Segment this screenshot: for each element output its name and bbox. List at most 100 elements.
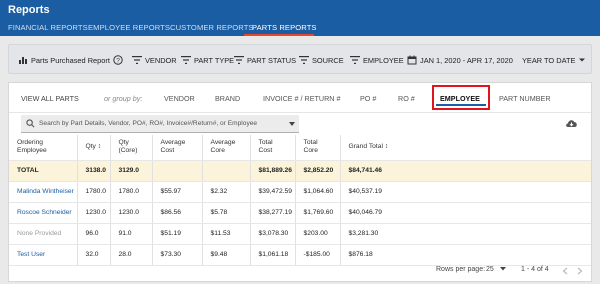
sort-icon: ↕ [97,143,102,151]
header-line: Qty [118,139,129,147]
cell-avg-cost: $55.97 [151,181,202,203]
report-table: Ordering Employee Qty ↕ Qty (Core) Average… [9,135,591,266]
group-by-ro[interactable]: RO # [398,94,415,103]
cell-qty: 3138.0 [76,160,110,182]
filter-icon [299,56,309,64]
report-card: VIEW ALL PARTS or group by: VENDOR BRAND… [8,82,592,282]
view-all-parts-button[interactable]: VIEW ALL PARTS [21,94,79,103]
report-selector[interactable]: Parts Purchased Report ? [18,45,126,75]
vendor-filter[interactable]: VENDOR [132,45,177,75]
col-total-cost[interactable]: Total Cost [249,135,295,161]
col-total-core[interactable]: Total Core [294,135,340,161]
employee-link[interactable]: Roscoe Schneider [9,202,77,224]
cell-avg-core [201,160,250,182]
table-row: None Provided 96.0 91.0 $51.19 $11.53 $3… [9,223,591,245]
chevron-left-icon[interactable] [562,267,568,275]
header-line: Qty [85,143,96,151]
date-range-picker[interactable]: JAN 1, 2020 - APR 17, 2020 [407,45,513,75]
filter-toolbar: Parts Purchased Report ? VENDOR PART TYP… [8,44,592,74]
period-select[interactable]: YEAR TO DATE [522,45,586,75]
table-row: Roscoe Schneider 1230.0 1230.0 $86.56 $5… [9,202,591,224]
group-by-bar: VIEW ALL PARTS or group by: VENDOR BRAND… [9,83,591,113]
cell-qty: 1230.0 [76,202,110,224]
cell-qty: 96.0 [76,223,110,245]
employee-filter[interactable]: EMPLOYEE [350,45,404,75]
part-type-filter[interactable]: PART TYPE [181,45,234,75]
cell-avg-cost: $86.56 [151,202,202,224]
cell-grand-total: $40,537.19 [339,181,591,203]
help-icon[interactable]: ? [113,55,123,65]
caret-down-icon [289,122,295,126]
cell-avg-core: $11.53 [201,223,250,245]
pagination-bar: Rows per page: 25 1 - 4 of 4 [9,260,591,280]
page-range: 1 - 4 of 4 [521,266,549,273]
tab-employee-reports[interactable]: EMPLOYEE REPORTS [88,23,170,32]
cell-grand-total: $3,281.30 [339,223,591,245]
header-line: Average [210,139,236,147]
group-by-invoice[interactable]: INVOICE # / RETURN # [263,94,340,103]
part-status-filter-label: PART STATUS [247,55,297,65]
caret-down-icon [499,267,506,271]
group-by-employee[interactable]: EMPLOYEE [440,94,480,103]
chevron-down-icon [579,58,586,62]
group-by-label: or group by: [104,94,143,103]
header-line: Total [258,139,273,147]
cell-qty-core: 91.0 [109,223,152,245]
chevron-right-icon[interactable] [577,267,583,275]
header-line: Employee [17,147,47,155]
col-qty[interactable]: Qty ↕ [76,135,110,161]
col-average-cost[interactable]: Average Cost [151,135,202,161]
tab-parts-reports[interactable]: PARTS REPORTS [252,23,317,32]
cell-total-cost: $81,889.26 [249,160,295,182]
col-grand-total[interactable]: Grand Total ↕ [339,135,591,161]
cloud-download-icon[interactable] [565,118,578,128]
tab-customer-reports[interactable]: CUSTOMER REPORTS [170,23,254,32]
rows-per-page-value: 25 [486,266,494,273]
cell-qty-core: 1780.0 [109,181,152,203]
group-by-po[interactable]: PO # [360,94,376,103]
cell-avg-core: $2.32 [201,181,250,203]
report-name: Parts Purchased Report [31,55,110,65]
cell-avg-cost [151,160,202,182]
search-placeholder: Search by Part Details, Vendor, PO#, RO#… [39,120,258,127]
rows-per-page-label: Rows per page: [436,266,486,273]
employee-link[interactable]: Malinda Wintheiser [9,181,77,203]
employee-name: None Provided [9,223,77,245]
cell-total-cost: $3,078.30 [249,223,295,245]
cell-total-cost: $39,472.59 [249,181,295,203]
cell-grand-total: $40,046.79 [339,202,591,224]
filter-icon [350,56,360,64]
group-by-vendor[interactable]: VENDOR [164,94,195,103]
header-line: Average [160,139,186,147]
period-label: YEAR TO DATE [522,55,576,65]
table-header-row: Ordering Employee Qty ↕ Qty (Core) Average… [9,135,591,161]
header-line: Grand Total [348,143,383,151]
cell-total-core: $1,769.60 [294,202,340,224]
rows-per-page-select[interactable]: 25 [486,266,506,273]
cell-total-core: $2,852.20 [294,160,340,182]
cell-avg-core: $5.78 [201,202,250,224]
part-status-filter[interactable]: PART STATUS [234,45,296,75]
cell-qty: 1780.0 [76,181,110,203]
col-ordering-employee[interactable]: Ordering Employee [9,135,77,161]
header-line: Ordering [17,139,44,147]
col-average-core[interactable]: Average Core [201,135,250,161]
total-row: TOTAL 3138.0 3129.0 $81,889.26 $2,852.20… [9,160,591,182]
calendar-icon [407,55,417,65]
tab-financial-reports[interactable]: FINANCIAL REPORTS [8,23,88,32]
svg-text:?: ? [116,57,120,64]
source-filter[interactable]: SOURCE [299,45,344,75]
search-icon [26,119,35,128]
app-title: Reports [8,4,50,16]
group-by-brand[interactable]: BRAND [215,94,240,103]
header-line: Core [303,147,319,155]
sort-icon: ↕ [384,143,389,151]
bar-chart-icon [19,57,27,64]
cell-qty-core: 1230.0 [109,202,152,224]
col-qty-core[interactable]: Qty (Core) [109,135,152,161]
header-line: Core [210,147,226,155]
group-by-part-number[interactable]: PART NUMBER [499,94,551,103]
header-line: Cost [160,147,175,155]
search-field[interactable]: Search by Part Details, Vendor, PO#, RO#… [21,115,299,133]
filter-icon [132,56,142,64]
